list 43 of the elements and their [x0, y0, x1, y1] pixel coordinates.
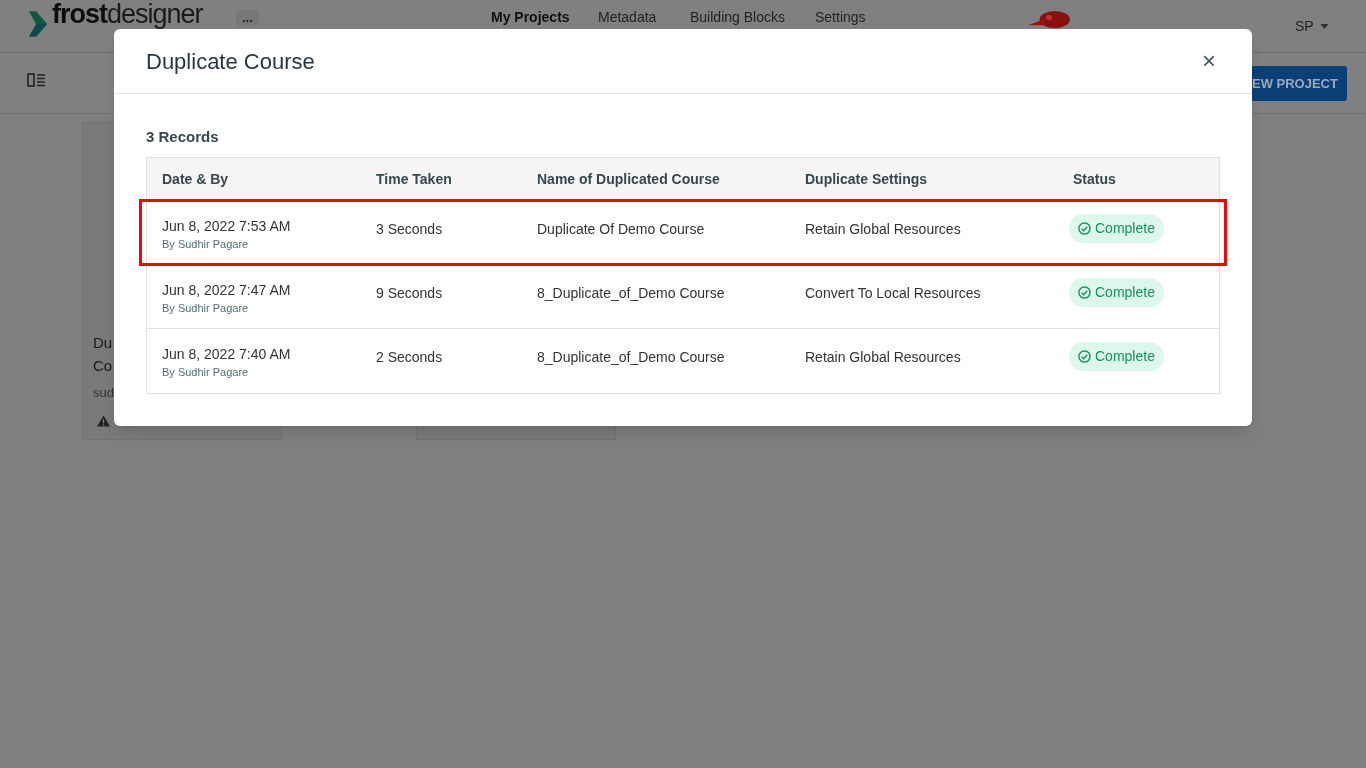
table-cell: Retain Global Resources [805, 348, 961, 365]
card-author: sud [93, 384, 114, 402]
date-text: Jun 8, 2022 7:40 AM [162, 344, 292, 363]
check-circle-icon [1078, 221, 1091, 235]
table-cell: 8_Duplicate_of_Demo Course [537, 284, 725, 301]
caret-icon [1319, 24, 1329, 29]
author-text: By Sudhir Pagare [162, 300, 250, 316]
column-header: Date & By [162, 170, 229, 187]
dialog-title: Duplicate Course [146, 47, 315, 76]
table-cell: 9 Seconds [376, 284, 443, 301]
date-text: Jun 8, 2022 7:53 AM [162, 216, 292, 235]
user-menu[interactable]: SP [1295, 16, 1329, 37]
check-circle-icon [1078, 349, 1091, 363]
nav-link[interactable]: Building Blocks [690, 8, 785, 26]
column-header: Status [1073, 170, 1116, 187]
card-title: Co [93, 356, 113, 376]
status-badge: Complete [1069, 341, 1164, 371]
brand-logo-text: frostdesigner [52, 0, 203, 28]
more-button[interactable]: ... [236, 10, 259, 26]
chevron-logo-icon [27, 9, 49, 39]
column-header: Name of Duplicated Course [537, 170, 720, 187]
new-project-button[interactable]: EW PROJECT [1252, 66, 1347, 101]
date-text: Jun 8, 2022 7:47 AM [162, 280, 292, 299]
table-cell: Retain Global Resources [805, 220, 961, 237]
table-cell: Duplicate Of Demo Course [537, 220, 705, 237]
table-cell: 2 Seconds [376, 348, 443, 365]
table-cell: 8_Duplicate_of_Demo Course [537, 348, 725, 365]
column-header: Time Taken [376, 170, 452, 187]
table-cell: Convert To Local Resources [805, 284, 981, 301]
records-count: 3 Records [146, 127, 220, 147]
nav-link[interactable]: My Projects [491, 8, 570, 26]
card-title: Du [93, 333, 113, 353]
nav-link[interactable]: Settings [815, 8, 866, 26]
check-circle-icon [1078, 285, 1091, 299]
close-button[interactable]: × [1198, 49, 1220, 73]
column-header: Duplicate Settings [805, 170, 928, 187]
author-text: By Sudhir Pagare [162, 364, 250, 380]
status-badge: Complete [1069, 213, 1164, 243]
status-badge: Complete [1069, 277, 1164, 307]
nav-link[interactable]: Metadata [598, 8, 657, 26]
sidebar-toggle-icon[interactable] [27, 73, 45, 87]
author-text: By Sudhir Pagare [162, 236, 250, 252]
table-cell: 3 Seconds [376, 220, 443, 237]
